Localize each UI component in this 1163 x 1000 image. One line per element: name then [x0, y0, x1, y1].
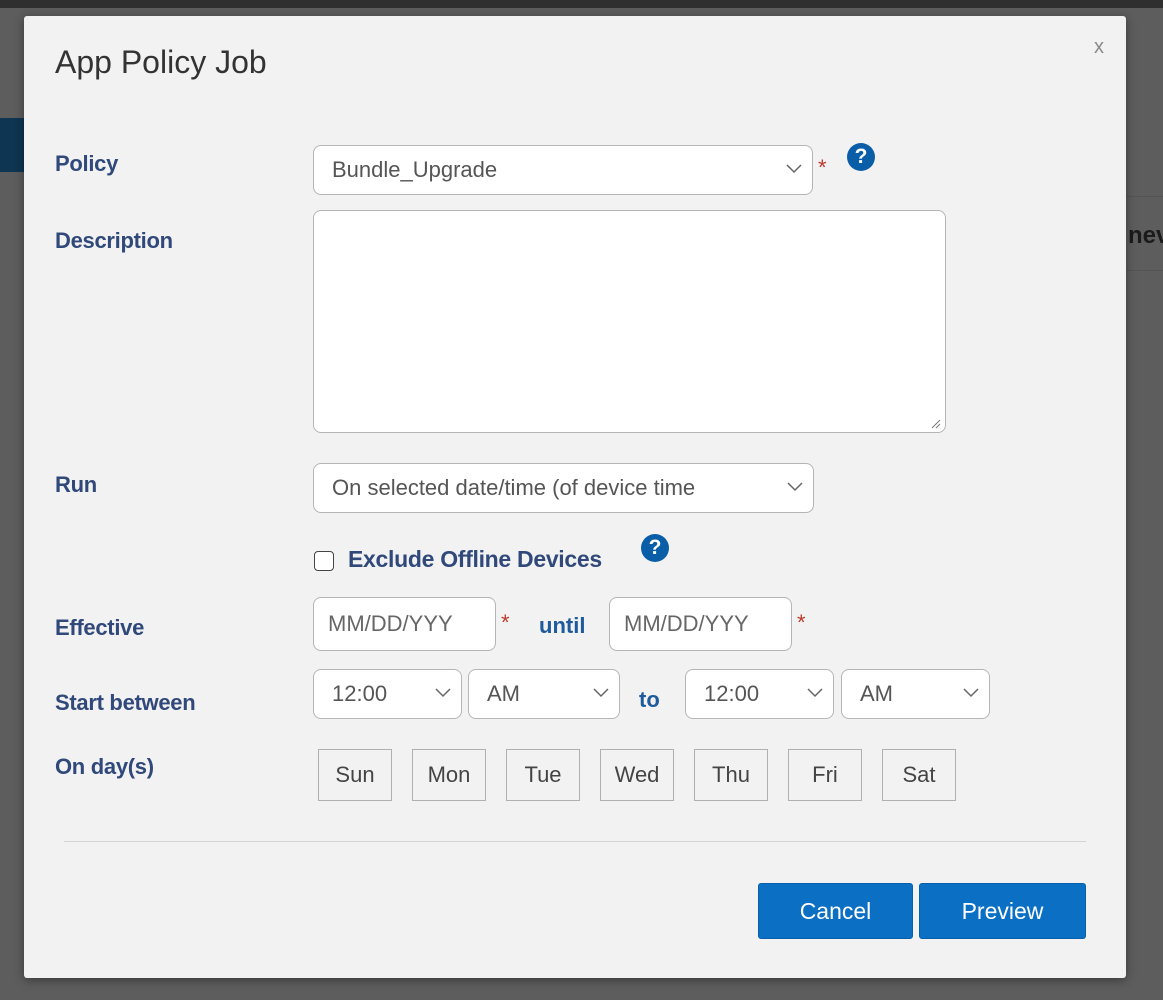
day-toggle-tue[interactable]: Tue	[506, 749, 580, 801]
start-from-time-select[interactable]: 12:00	[313, 669, 462, 719]
start-to-time-select[interactable]: 12:00	[685, 669, 834, 719]
cancel-button[interactable]: Cancel	[758, 883, 913, 939]
background-topbar	[0, 0, 1163, 8]
chevron-down-icon	[963, 688, 979, 698]
background-divider	[1126, 270, 1163, 271]
effective-until-required-mark: *	[797, 610, 806, 635]
day-toggle-sat[interactable]: Sat	[882, 749, 956, 801]
start-to-time-value: 12:00	[704, 681, 760, 706]
chevron-down-icon	[787, 482, 803, 492]
policy-label: Policy	[55, 151, 119, 176]
background-divider	[1126, 196, 1163, 197]
policy-select[interactable]: Bundle_Upgrade	[313, 145, 813, 195]
resize-grip-icon[interactable]	[929, 416, 941, 429]
start-to-ampm-value: AM	[860, 681, 893, 706]
preview-button[interactable]: Preview	[919, 883, 1086, 939]
chevron-down-icon	[435, 688, 451, 698]
day-toggle-mon[interactable]: Mon	[412, 749, 486, 801]
app-policy-job-dialog: App Policy Job x Policy Bundle_Upgrade *…	[24, 16, 1126, 978]
start-from-time-value: 12:00	[332, 681, 388, 706]
start-from-ampm-select[interactable]: AM	[468, 669, 620, 719]
chevron-down-icon	[593, 688, 609, 698]
run-select-value: On selected date/time (of device time	[332, 475, 696, 500]
day-toggle-thu[interactable]: Thu	[694, 749, 768, 801]
start-between-label: Start between	[55, 690, 196, 715]
background-column-header: nev	[1128, 222, 1163, 249]
footer-divider	[64, 841, 1086, 842]
effective-until-date-input[interactable]: MM/DD/YYY	[609, 597, 792, 651]
chevron-down-icon	[786, 164, 802, 174]
close-icon[interactable]: x	[1094, 36, 1104, 59]
policy-required-mark: *	[818, 155, 827, 180]
exclude-offline-label[interactable]: Exclude Offline Devices	[348, 546, 602, 573]
effective-label: Effective	[55, 615, 145, 640]
exclude-offline-help-icon[interactable]: ?	[641, 534, 669, 562]
effective-from-required-mark: *	[501, 610, 510, 635]
background-nav-accent	[0, 118, 24, 172]
description-label: Description	[55, 228, 173, 253]
dialog-title: App Policy Job	[55, 44, 267, 80]
to-label: to	[639, 687, 660, 712]
day-toggle-wed[interactable]: Wed	[600, 749, 674, 801]
exclude-offline-checkbox[interactable]	[314, 551, 334, 571]
day-toggle-fri[interactable]: Fri	[788, 749, 862, 801]
description-textarea[interactable]	[313, 210, 946, 433]
chevron-down-icon	[807, 688, 823, 698]
run-label: Run	[55, 472, 97, 497]
policy-select-value: Bundle_Upgrade	[332, 157, 498, 182]
policy-help-icon[interactable]: ?	[847, 143, 875, 171]
until-label: until	[539, 613, 586, 638]
run-select[interactable]: On selected date/time (of device time	[313, 463, 814, 513]
start-to-ampm-select[interactable]: AM	[841, 669, 990, 719]
on-days-label: On day(s)	[55, 754, 154, 779]
start-from-ampm-value: AM	[487, 681, 520, 706]
effective-from-date-input[interactable]: MM/DD/YYY	[313, 597, 496, 651]
day-toggle-sun[interactable]: Sun	[318, 749, 392, 801]
